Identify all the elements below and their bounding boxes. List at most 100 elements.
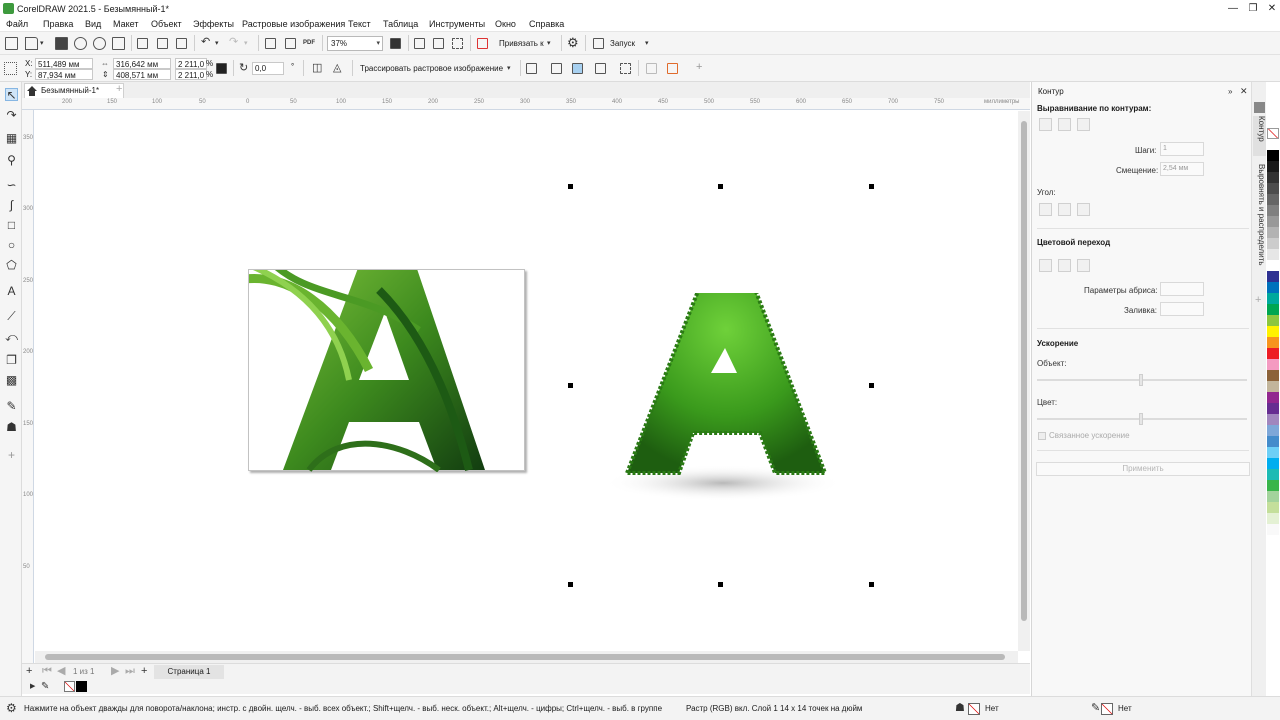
- menu-object[interactable]: Объект: [151, 19, 182, 29]
- corner-bevel-button[interactable]: [1077, 203, 1090, 216]
- edit-bitmap-icon[interactable]: [551, 63, 562, 74]
- outline-swatch[interactable]: [1101, 703, 1113, 715]
- contour-outside-button[interactable]: [1077, 118, 1090, 131]
- fill-color-picker[interactable]: [1160, 302, 1204, 316]
- palette-swatch[interactable]: [1267, 194, 1279, 205]
- counterclockwise-blend-button[interactable]: [1077, 259, 1090, 272]
- snap-off-icon[interactable]: [477, 38, 488, 49]
- new-document-icon[interactable]: [5, 37, 18, 50]
- minimize-icon[interactable]: —: [1225, 2, 1241, 15]
- trace-bitmap-button[interactable]: Трассировать растровое изображение: [360, 63, 503, 74]
- palette-swatch[interactable]: [1267, 392, 1279, 403]
- menu-tools[interactable]: Инструменты: [429, 19, 485, 29]
- corner-round-button[interactable]: [1058, 203, 1071, 216]
- selection-handle-top-left[interactable]: [568, 184, 573, 189]
- palette-swatch[interactable]: [1267, 260, 1279, 271]
- launch-label[interactable]: Запуск: [610, 38, 635, 49]
- undo-icon[interactable]: ↶: [201, 36, 210, 49]
- palette-swatch[interactable]: [1267, 282, 1279, 293]
- palette-swatch[interactable]: [1267, 150, 1279, 161]
- full-screen-icon[interactable]: [390, 38, 401, 49]
- next-page-icon[interactable]: ▶: [111, 665, 119, 678]
- freehand-tool-icon[interactable]: ∽: [5, 179, 18, 192]
- horizontal-scrollbar-thumb[interactable]: [45, 654, 1005, 660]
- contour-center-button[interactable]: [1039, 118, 1052, 131]
- cloud-upload-icon[interactable]: [93, 37, 106, 50]
- palette-swatch[interactable]: [1267, 491, 1279, 502]
- selection-handle-top-right[interactable]: [869, 184, 874, 189]
- palette-swatch[interactable]: [1267, 370, 1279, 381]
- mirror-horizontal-icon[interactable]: ◫: [312, 62, 322, 75]
- palette-swatch[interactable]: [1267, 271, 1279, 282]
- scale-height-field[interactable]: 2 211,0: [175, 69, 207, 80]
- selection-handle-bottom-left[interactable]: [568, 582, 573, 587]
- launch-icon[interactable]: [593, 38, 604, 49]
- layers-stack-icon[interactable]: [667, 63, 678, 74]
- resample-icon[interactable]: [572, 63, 583, 74]
- snap-to-label[interactable]: Привязать к: [499, 38, 544, 49]
- mirror-vertical-icon[interactable]: ◬: [333, 62, 341, 75]
- transparency-tool-icon[interactable]: ▩: [5, 374, 18, 387]
- gear-icon[interactable]: ⚙: [6, 702, 17, 715]
- add-page-end-icon[interactable]: +: [141, 665, 147, 678]
- palette-swatch[interactable]: [1267, 381, 1279, 392]
- crop-tool-icon[interactable]: ▦: [5, 132, 18, 145]
- guidelines-icon[interactable]: [452, 38, 463, 49]
- rectangle-tool-icon[interactable]: □: [5, 219, 18, 232]
- copy-icon[interactable]: [157, 38, 168, 49]
- connector-tool-icon[interactable]: ⤺: [5, 331, 18, 344]
- selection-handle-right[interactable]: [869, 383, 874, 388]
- contour-inside-button[interactable]: [1058, 118, 1071, 131]
- apply-button[interactable]: Применить: [1036, 462, 1250, 476]
- menu-effects[interactable]: Эффекты: [193, 19, 234, 29]
- menu-edit[interactable]: Правка: [43, 19, 73, 29]
- print-icon[interactable]: [112, 37, 125, 50]
- zoom-tool-icon[interactable]: ⚲: [5, 154, 18, 167]
- palette-swatch[interactable]: [1267, 205, 1279, 216]
- chevron-down-icon[interactable]: ▾: [645, 37, 649, 50]
- pick-tool-icon[interactable]: ↖: [5, 88, 18, 102]
- layers-disabled-icon[interactable]: [646, 63, 657, 74]
- zoom-level-combo[interactable]: 37% ▾: [327, 36, 383, 51]
- fill-swatch[interactable]: [968, 703, 980, 715]
- black-swatch[interactable]: [76, 681, 87, 692]
- menu-view[interactable]: Вид: [85, 19, 101, 29]
- menu-window[interactable]: Окно: [495, 19, 516, 29]
- outline-color-picker[interactable]: [1160, 282, 1204, 296]
- palette-swatch[interactable]: [1267, 458, 1279, 469]
- palette-swatch[interactable]: [1267, 524, 1279, 535]
- crop-bitmap-icon[interactable]: [526, 63, 537, 74]
- palette-swatch[interactable]: [1267, 447, 1279, 458]
- save-icon[interactable]: [55, 37, 68, 50]
- chevron-down-icon[interactable]: ▾: [547, 37, 551, 50]
- selection-handle-left[interactable]: [568, 383, 573, 388]
- parallel-dimension-icon[interactable]: ⟋: [5, 310, 18, 323]
- gear-icon[interactable]: ⚙: [567, 36, 579, 49]
- page-tab[interactable]: Страница 1: [154, 665, 224, 679]
- menu-help[interactable]: Справка: [529, 19, 564, 29]
- document-tab[interactable]: Безымянный-1*: [24, 83, 124, 98]
- color-accel-slider[interactable]: [1037, 413, 1247, 425]
- palette-swatch[interactable]: [1267, 183, 1279, 194]
- vertical-scrollbar-thumb[interactable]: [1021, 121, 1027, 621]
- docker-menu-icon[interactable]: [1254, 102, 1265, 113]
- chevron-down-icon[interactable]: ▾: [40, 37, 44, 50]
- palette-swatch[interactable]: [1267, 502, 1279, 513]
- rotation-angle-field[interactable]: 0,0: [252, 62, 284, 75]
- redo-icon[interactable]: ↷: [229, 36, 238, 49]
- tab-contour[interactable]: Контур: [1253, 116, 1266, 156]
- close-docker-icon[interactable]: ✕: [1240, 85, 1248, 98]
- palette-swatch[interactable]: [1267, 249, 1279, 260]
- play-arrow-icon[interactable]: ▶: [30, 680, 35, 693]
- palette-swatch[interactable]: [1267, 216, 1279, 227]
- palette-swatch[interactable]: [1267, 513, 1279, 524]
- cloud-save-icon[interactable]: [74, 37, 87, 50]
- text-tool-icon[interactable]: A: [5, 285, 18, 298]
- scale-width-field[interactable]: 2 211,0: [175, 58, 207, 69]
- chevron-down-icon[interactable]: ▾: [507, 62, 511, 75]
- chevron-down-icon[interactable]: ▾: [244, 37, 248, 50]
- plus-icon[interactable]: +: [5, 449, 18, 462]
- eyedropper-icon[interactable]: ✎: [5, 400, 18, 413]
- menu-bitmaps[interactable]: Растровые изображения: [242, 19, 345, 29]
- expand-docker-icon[interactable]: »: [1228, 85, 1232, 98]
